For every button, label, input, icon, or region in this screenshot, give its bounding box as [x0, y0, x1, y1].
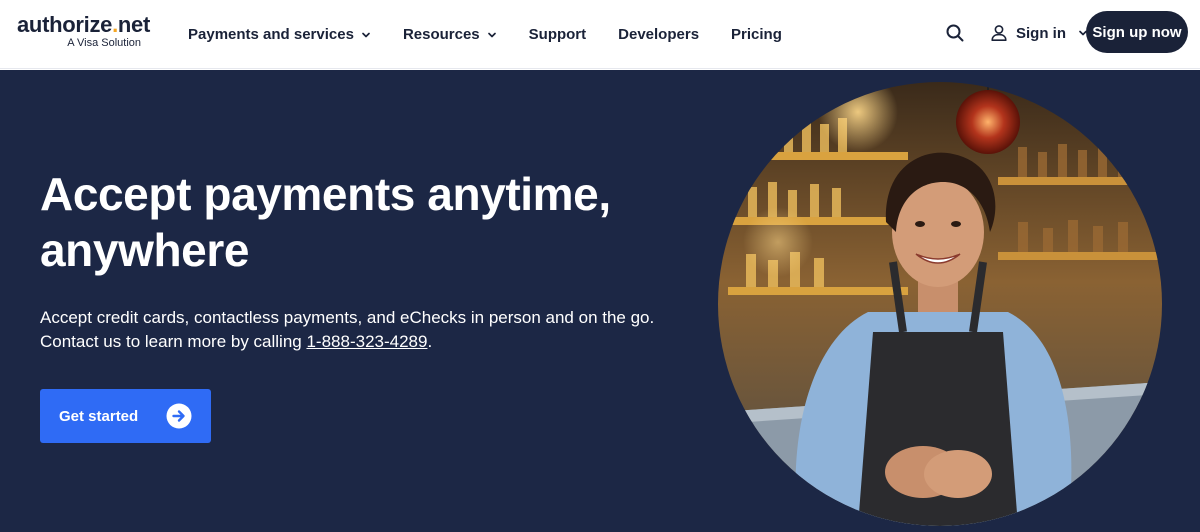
- get-started-button[interactable]: Get started: [40, 389, 211, 443]
- authorize-net-logo[interactable]: authorize.net A Visa Solution: [17, 12, 151, 53]
- arrow-right-circle-icon: [166, 403, 192, 429]
- nav-item-developers[interactable]: Developers: [618, 0, 699, 69]
- phone-link[interactable]: 1-888-323-4289: [306, 332, 427, 351]
- nav-item-pricing[interactable]: Pricing: [731, 0, 782, 69]
- hero-description: Accept credit cards, contactless payment…: [40, 306, 680, 354]
- nav-item-payments-and-services[interactable]: Payments and services: [188, 0, 371, 69]
- search-icon[interactable]: [944, 22, 966, 44]
- hero-description-end: .: [427, 332, 433, 351]
- hero-photo-illustration: [718, 82, 1162, 526]
- nav-label: Pricing: [731, 26, 782, 43]
- nav-label: Developers: [618, 26, 700, 43]
- main-nav: Payments and services Resources Support …: [188, 0, 814, 69]
- site-header: authorize.net A Visa Solution Payments a…: [0, 0, 1200, 69]
- chevron-down-icon: [362, 32, 370, 37]
- sign-in-label: Sign in: [1016, 24, 1066, 42]
- nav-item-support[interactable]: Support: [529, 0, 587, 69]
- nav-label: Payments and services: [188, 26, 354, 43]
- logo-tagline: A Visa Solution: [67, 37, 141, 49]
- user-icon: [991, 25, 1007, 41]
- get-started-label: Get started: [59, 407, 139, 425]
- nav-label: Resources: [402, 26, 480, 43]
- sign-up-now-button[interactable]: Sign up now: [1086, 11, 1188, 53]
- logo-wordmark: authorize.net: [17, 12, 151, 37]
- nav-label: Support: [528, 26, 587, 43]
- nav-item-resources[interactable]: Resources: [403, 0, 497, 69]
- hero-photo-barista: [718, 82, 1162, 526]
- chevron-down-icon: [487, 32, 496, 37]
- hero-title: Accept payments anytime, anywhere: [40, 166, 680, 278]
- sign-in-button[interactable]: Sign in: [990, 18, 1088, 48]
- hero-title-line-1: Accept payments anytime,: [40, 168, 611, 220]
- hero-title-line-2: anywhere: [40, 224, 250, 276]
